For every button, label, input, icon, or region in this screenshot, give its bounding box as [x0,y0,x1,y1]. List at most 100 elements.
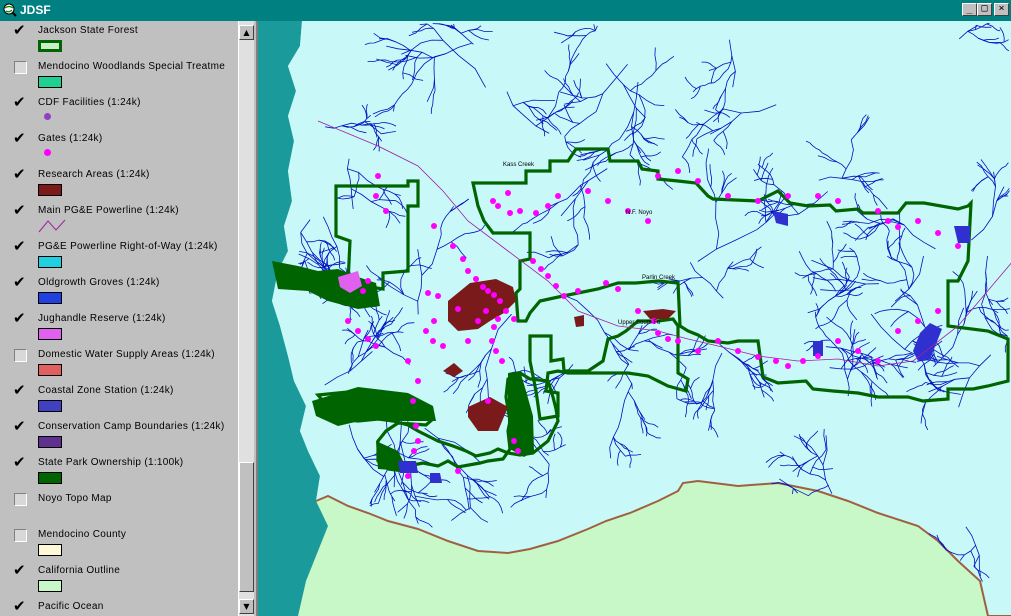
gate-point [695,178,701,184]
layer-item[interactable]: Noyo Topo Map [0,489,238,525]
layer-visibility-checkbox[interactable] [13,129,27,147]
gate-point [507,210,513,216]
layer-visibility-checkbox[interactable] [14,349,27,362]
gate-point [375,173,381,179]
map-view[interactable]: Kass Creek N.F. Noyo Parlin Creek Upper … [256,21,1011,616]
window-titlebar[interactable]: JDSF _ □ × [0,0,1011,21]
layer-symbol-outline [38,40,62,52]
layer-item[interactable]: Coastal Zone Station (1:24k) [0,381,238,417]
gate-point [735,348,741,354]
layer-item[interactable]: PG&E Powerline Right-of-Way (1:24k) [0,237,238,273]
layer-symbol-swatch [38,472,62,484]
layer-label: State Park Ownership (1:100k) [38,457,184,468]
layer-item[interactable]: Pacific Ocean [0,597,238,616]
layer-visibility-checkbox[interactable] [13,453,27,471]
scroll-down-button[interactable]: ▼ [239,599,254,614]
layer-item[interactable]: Research Areas (1:24k) [0,165,238,201]
layer-label: Research Areas (1:24k) [38,169,150,180]
scroll-thumb[interactable] [239,462,254,592]
layer-item[interactable]: Mendocino County [0,525,238,561]
layer-visibility-checkbox[interactable] [13,93,27,111]
map-label-parlin-creek: Parlin Creek [642,275,676,281]
layer-visibility-checkbox[interactable] [13,165,27,183]
gate-point [345,318,351,324]
layer-symbol-swatch [38,256,62,268]
layer-visibility-checkbox[interactable] [13,273,27,291]
gate-point [895,328,901,334]
layer-item[interactable]: Oldgrowth Groves (1:24k) [0,273,238,309]
layer-visibility-checkbox[interactable] [13,597,27,615]
minimize-button[interactable]: _ [962,3,977,16]
layer-item[interactable]: Mendocino Woodlands Special Treatme [0,57,238,93]
gate-point [605,198,611,204]
layer-label: Oldgrowth Groves (1:24k) [38,277,160,288]
gate-point [530,258,536,264]
layer-label: Noyo Topo Map [38,493,112,504]
gate-point [355,328,361,334]
layer-symbol-swatch [38,400,62,412]
layer-label: CDF Facilities (1:24k) [38,97,141,108]
gate-point [410,398,416,404]
layer-symbol-swatch [38,364,62,376]
gate-point [465,338,471,344]
layer-label: Coastal Zone Station (1:24k) [38,385,174,396]
gate-point [365,278,371,284]
gate-point [515,448,521,454]
layer-symbol-swatch [38,328,62,340]
layer-visibility-checkbox[interactable] [13,309,27,327]
layer-label: Conservation Camp Boundaries (1:24k) [38,421,225,432]
layer-item[interactable]: Conservation Camp Boundaries (1:24k) [0,417,238,453]
gate-point [815,193,821,199]
gate-point [545,203,551,209]
layer-item[interactable]: Gates (1:24k) [0,129,238,165]
gate-point [485,288,491,294]
layer-item[interactable]: California Outline [0,561,238,597]
scroll-up-button[interactable]: ▲ [239,25,254,40]
map-canvas[interactable]: Kass Creek N.F. Noyo Parlin Creek Upper … [258,21,1011,616]
gate-point [460,256,466,262]
gate-point [485,398,491,404]
layer-item[interactable]: Domestic Water Supply Areas (1:24k) [0,345,238,381]
gate-point [915,218,921,224]
layer-item[interactable]: Main PG&E Powerline (1:24k) [0,201,238,237]
map-label-nf-noyo: N.F. Noyo [626,210,653,216]
gate-point [675,168,681,174]
gate-point [383,208,389,214]
gate-point [655,330,661,336]
legend-scrollbar[interactable]: ▲ ▼ [238,21,254,616]
layer-item[interactable]: State Park Ownership (1:100k) [0,453,238,489]
gate-point [715,338,721,344]
close-button[interactable]: × [994,3,1009,16]
maximize-button[interactable]: □ [977,3,992,16]
layer-visibility-checkbox[interactable] [13,237,27,255]
gate-point [365,336,371,342]
gate-point [495,203,501,209]
gate-point [545,273,551,279]
layer-visibility-checkbox[interactable] [13,417,27,435]
gate-point [483,308,489,314]
gate-point [575,288,581,294]
layer-item[interactable]: Jughandle Reserve (1:24k) [0,309,238,345]
layer-label: PG&E Powerline Right-of-Way (1:24k) [38,241,218,252]
layer-visibility-checkbox[interactable] [14,529,27,542]
layer-visibility-checkbox[interactable] [14,61,27,74]
layer-symbol-point [44,113,54,123]
layer-visibility-checkbox[interactable] [13,21,27,39]
layer-visibility-checkbox[interactable] [13,201,27,219]
layer-legend-panel: Jackson State Forest Mendocino Woodlands … [0,21,239,616]
layer-label: Gates (1:24k) [38,133,103,144]
gate-point [415,378,421,384]
layer-item[interactable]: Jackson State Forest [0,21,238,57]
gate-point [415,438,421,444]
map-label-upper-south-fork: Upper South Fo [618,320,661,326]
gate-point [533,210,539,216]
gate-point [773,358,779,364]
gate-point [553,283,559,289]
layer-label: California Outline [38,565,121,576]
map-label-kass-creek: Kass Creek [503,162,535,168]
layer-item[interactable]: CDF Facilities (1:24k) [0,93,238,129]
layer-label: Jughandle Reserve (1:24k) [38,313,166,324]
layer-visibility-checkbox[interactable] [13,561,27,579]
layer-visibility-checkbox[interactable] [14,493,27,506]
layer-visibility-checkbox[interactable] [13,381,27,399]
